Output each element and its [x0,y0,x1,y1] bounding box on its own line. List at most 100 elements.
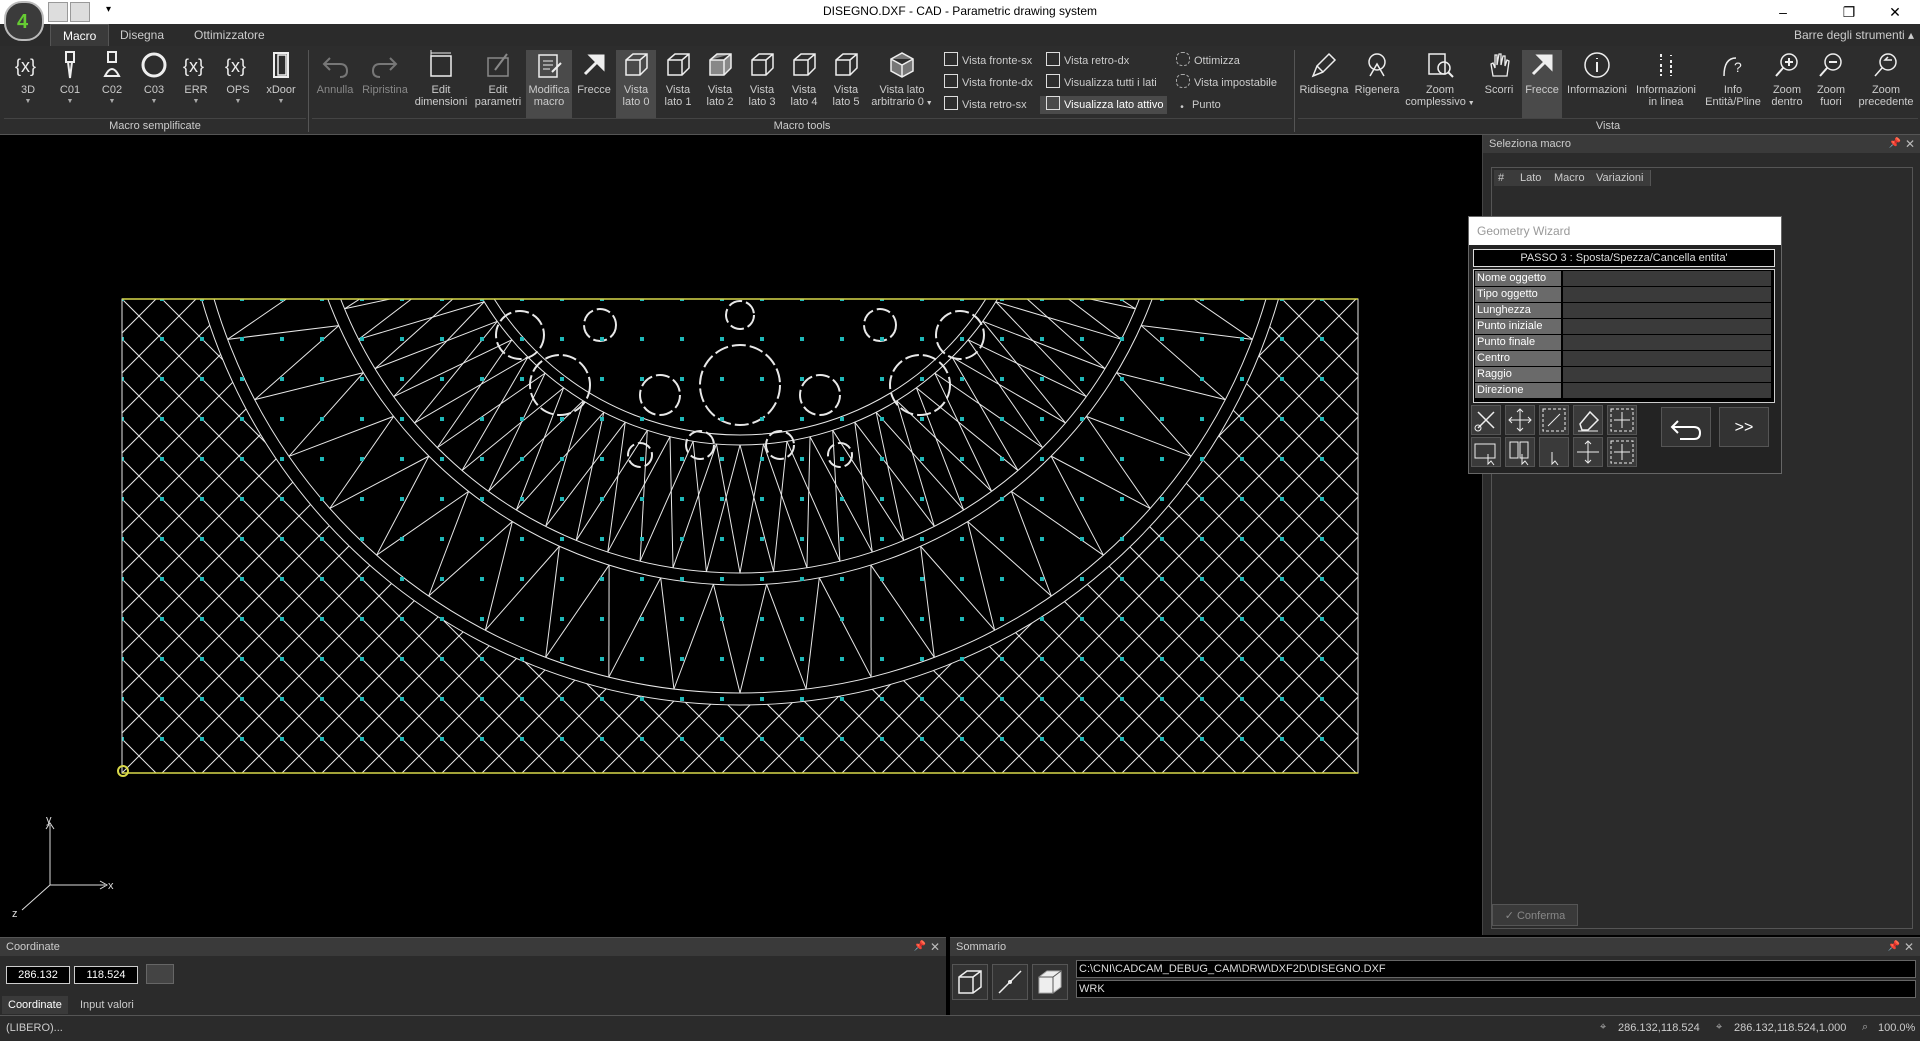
node-marker [840,457,844,461]
cube-icon [621,50,651,80]
view-side-2-button[interactable]: Vistalato 2 [700,50,740,118]
join-tool-button[interactable] [1573,437,1603,467]
node-marker [1040,457,1044,461]
column-header-number[interactable]: # [1494,170,1517,186]
view-arbitrary-button[interactable]: Vista latoarbitrario 0 ▼ [868,50,936,118]
undo-button[interactable]: Annulla [312,50,358,118]
arrows-button[interactable]: Frecce [574,50,614,118]
point-button[interactable]: •Punto [1176,96,1221,114]
wizard-back-button[interactable] [1661,407,1711,447]
node-marker [520,697,524,701]
edit-parameters-button[interactable]: Editparametri [472,50,524,118]
zoom-previous-button[interactable]: Zoomprecedente [1854,50,1918,118]
extend-tool-button[interactable] [1607,437,1637,467]
macro-c03-button[interactable]: C03▼ [134,50,174,118]
close-icon[interactable]: ✕ [930,938,940,956]
macro-c01-button[interactable]: C01▼ [50,50,90,118]
node-marker [1120,337,1124,341]
view-front-right-button[interactable]: Vista fronte-dx [944,74,1033,92]
app-logo[interactable]: 4 [4,1,44,41]
tab-disegna[interactable]: Disegna [108,24,176,46]
select-rect-tool-button[interactable] [1471,437,1501,467]
optimize-button[interactable]: Ottimizza [1176,52,1240,70]
minimize-button[interactable]: – [1760,0,1806,24]
show-all-sides-button[interactable]: Visualizza tutti i lati [1046,74,1157,92]
coord-x-field[interactable]: 286.132 [6,966,70,984]
pointer-tool-button[interactable] [1539,437,1569,467]
show-active-side-button[interactable]: Visualizza lato attivo [1040,96,1167,114]
pin-icon[interactable]: 📌 [1889,135,1901,153]
tab-coordinate[interactable]: Coordinate [2,996,68,1014]
node-marker [1120,577,1124,581]
confirm-button[interactable]: ✓ Conferma [1492,904,1578,926]
macro-xdoor-button[interactable]: xDoor▼ [260,50,302,118]
pin-icon[interactable]: 📌 [914,938,926,956]
node-marker [160,377,164,381]
node-marker [480,417,484,421]
node-marker [480,457,484,461]
redo-button[interactable]: Ripristina [358,50,412,118]
split-tool-button[interactable] [1471,405,1501,435]
node-marker [760,657,764,661]
move-tool-button[interactable] [1505,405,1535,435]
view-side-0-button[interactable]: Vistalato 0 [616,50,656,118]
solid-view-button[interactable] [1032,964,1068,1000]
column-header-macro[interactable]: Macro [1550,170,1593,186]
node-marker [920,577,924,581]
restore-button[interactable]: ❐ [1826,0,1872,24]
view-side-4-button[interactable]: Vistalato 4 [784,50,824,118]
close-button[interactable]: ✕ [1872,0,1918,24]
erase-tool-button[interactable] [1573,405,1603,435]
close-icon[interactable]: ✕ [1904,938,1914,956]
redraw-button[interactable]: Ridisegna [1298,50,1350,118]
tab-macro[interactable]: Macro [50,24,109,47]
view-back-right-button[interactable]: Vista retro-dx [1046,52,1129,70]
info-entity-button[interactable]: ? InfoEntità/Pline [1702,50,1764,118]
view-side-1-button[interactable]: Vistalato 1 [658,50,698,118]
edit-dimensions-button[interactable]: Editdimensioni [412,50,470,118]
tab-ottimizzatore[interactable]: Ottimizzatore [182,24,277,46]
node-marker [240,457,244,461]
column-header-variations[interactable]: Variazioni [1592,170,1651,186]
macro-c02-button[interactable]: C02▼ [92,50,132,118]
view-side-3-button[interactable]: Vistalato 3 [742,50,782,118]
layer-line-button[interactable] [992,964,1028,1000]
ribbon-collapse-icon[interactable]: ▴ [1896,24,1920,46]
pin-icon[interactable]: 📌 [1888,938,1900,956]
zoom-in-button[interactable]: Zoomdentro [1766,50,1808,118]
regen-button[interactable]: Rigenera [1352,50,1402,118]
view-back-left-button[interactable]: Vista retro-sx [944,96,1027,114]
drawing-canvas[interactable]: y x z [0,135,1480,935]
macro-err-button[interactable]: {x} ERR▼ [176,50,216,118]
pan-button[interactable]: Scorri [1478,50,1520,118]
modify-macro-button[interactable]: Modificamacro [526,50,572,118]
wireframe-view-button[interactable] [952,964,988,1000]
coord-mode-icon[interactable] [146,964,174,984]
node-marker [1240,537,1244,541]
node-marker [200,537,204,541]
info-inline-button[interactable]: Informazioniin linea [1632,50,1700,118]
tab-input-valori[interactable]: Input valori [74,996,140,1014]
macro-ops-button[interactable]: {x} OPS▼ [218,50,258,118]
wizard-next-button[interactable]: >> [1719,407,1769,447]
node-marker [840,497,844,501]
zoom-out-button[interactable]: Zoomfuori [1810,50,1852,118]
node-marker [1040,737,1044,741]
view-side-5-button[interactable]: Vistalato 5 [826,50,866,118]
column-header-side[interactable]: Lato [1516,170,1551,186]
window-select-tool-button[interactable] [1539,405,1569,435]
edit-parameters-label-2: parametri [475,96,521,108]
explode-tool-button[interactable] [1607,405,1637,435]
select-multi-tool-button[interactable] [1505,437,1535,467]
view-front-left-button[interactable]: Vista fronte-sx [944,52,1032,70]
close-icon[interactable]: ✕ [1905,135,1915,153]
macro-3d-button[interactable]: {x} 3D▼ [8,50,48,118]
info-button[interactable]: Informazioni [1564,50,1630,118]
node-marker [1280,657,1284,661]
coord-y-field[interactable]: 118.524 [74,966,138,984]
node-marker [360,737,364,741]
cad-drawing[interactable] [0,135,1480,935]
arrows2-button[interactable]: Frecce [1522,50,1562,118]
settable-view-button[interactable]: Vista impostabile [1176,74,1277,92]
zoom-all-button[interactable]: Zoomcomplessivo ▼ [1404,50,1476,118]
